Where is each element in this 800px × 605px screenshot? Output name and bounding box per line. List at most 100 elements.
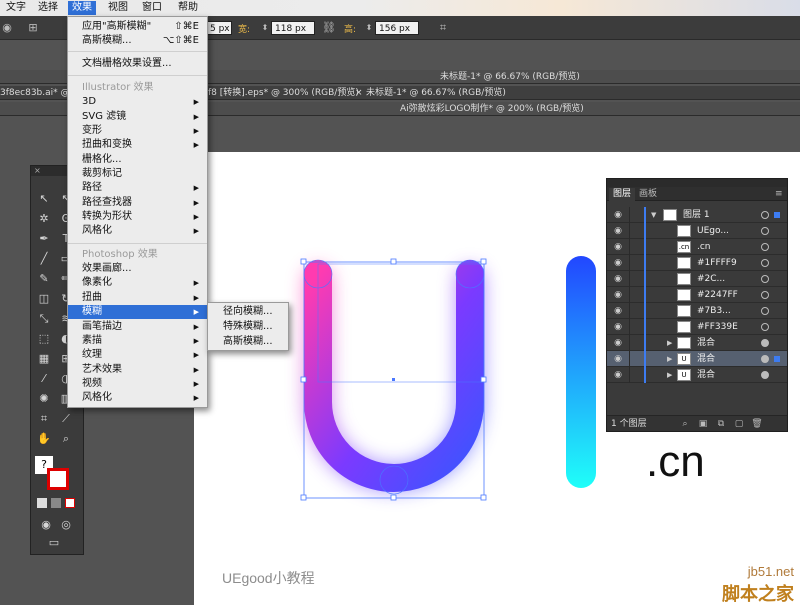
layer-name[interactable]: 混合 <box>697 335 715 351</box>
photoshop-effect-item[interactable]: 风格化 ▶ <box>68 391 207 405</box>
expand-arrow-icon[interactable]: ▶ <box>667 351 672 367</box>
stroke-swatch[interactable] <box>47 468 69 490</box>
menu-select[interactable]: 选择 <box>34 1 62 15</box>
layer-name[interactable]: 图层 1 <box>683 207 710 223</box>
illustrator-effect-item[interactable]: 裁剪标记 <box>68 167 207 181</box>
layer-name[interactable]: .cn <box>697 239 711 255</box>
delete-layer-icon[interactable]: 🗑 <box>751 418 763 430</box>
last-effect[interactable]: 高斯模糊... ⌥⇧⌘E <box>68 34 207 48</box>
target-circle-icon[interactable] <box>761 291 769 299</box>
layer-name[interactable]: #2247FF <box>697 287 738 303</box>
transform-icon[interactable]: ⌗ <box>436 21 450 35</box>
globe-icon[interactable]: ◉ <box>0 21 14 35</box>
photoshop-effect-item[interactable]: 画笔描边 ▶ <box>68 320 207 334</box>
menu-window[interactable]: 窗口 <box>138 1 166 15</box>
lock-column[interactable] <box>629 367 630 383</box>
width-field[interactable]: 118 px <box>271 21 315 35</box>
lock-column[interactable] <box>629 335 630 351</box>
draw-mode-icon[interactable]: ◉ <box>37 516 55 534</box>
eraser-tool-icon[interactable]: ◫ <box>35 290 53 308</box>
illustrator-effect-item[interactable]: 扭曲和变换 ▶ <box>68 138 207 152</box>
menu-help[interactable]: 帮助 <box>174 1 202 15</box>
zoom-tool-icon[interactable]: ⌕ <box>57 430 75 448</box>
selection-indicator[interactable] <box>774 212 780 218</box>
make-clipping-mask-icon[interactable]: ▣ <box>697 418 709 430</box>
layer-row[interactable]: ◉ #FF339E <box>607 319 787 335</box>
new-sublayer-icon[interactable]: ⧉ <box>715 418 727 430</box>
illustrator-effect-item[interactable]: 路径 ▶ <box>68 181 207 195</box>
photoshop-effect-item[interactable]: 效果画廊... <box>68 262 207 276</box>
visibility-eye-icon[interactable]: ◉ <box>611 306 625 316</box>
target-circle-icon[interactable] <box>761 371 769 379</box>
target-circle-icon[interactable] <box>761 227 769 235</box>
target-circle-icon[interactable] <box>761 211 769 219</box>
perspective-grid-icon[interactable]: ▦ <box>35 350 53 368</box>
visibility-eye-icon[interactable]: ◉ <box>611 370 625 380</box>
gaussian-blur-item[interactable]: 高斯模糊... <box>208 335 288 349</box>
u-logo-shape[interactable] <box>304 260 484 492</box>
lock-column[interactable] <box>629 223 630 239</box>
photoshop-effect-item[interactable]: 纹理 ▶ <box>68 348 207 362</box>
tab-artboards[interactable]: 画板 <box>635 188 661 201</box>
menu-text[interactable]: 文字 <box>2 1 30 15</box>
tab-close-icon[interactable]: × <box>355 86 363 100</box>
visibility-eye-icon[interactable]: ◉ <box>611 338 625 348</box>
lock-column[interactable] <box>629 287 630 303</box>
color-mode-icon[interactable] <box>37 498 47 508</box>
pen-tool-icon[interactable]: ✒ <box>35 230 53 248</box>
radial-blur-item[interactable]: 径向模糊... <box>208 305 288 319</box>
none-mode-icon[interactable] <box>65 498 75 508</box>
height-stepper-icon[interactable]: ⬍ <box>362 21 376 35</box>
hand-tool-icon[interactable]: ✋ <box>35 430 53 448</box>
layer-row[interactable]: ◉ .cn .cn <box>607 239 787 255</box>
visibility-eye-icon[interactable]: ◉ <box>611 354 625 364</box>
line-tool-icon[interactable]: ╱ <box>35 250 53 268</box>
layer-row[interactable]: ◉ ▶ 混合 <box>607 335 787 351</box>
visibility-eye-icon[interactable]: ◉ <box>611 274 625 284</box>
visibility-eye-icon[interactable]: ◉ <box>611 258 625 268</box>
lock-column[interactable] <box>629 319 630 335</box>
illustrator-effect-item[interactable]: 路径查找器 ▶ <box>68 196 207 210</box>
brush-tool-icon[interactable]: ✎ <box>35 270 53 288</box>
gradient-bar-shape[interactable] <box>566 256 596 488</box>
lock-column[interactable] <box>629 303 630 319</box>
visibility-eye-icon[interactable]: ◉ <box>611 210 625 220</box>
photoshop-effect-item[interactable]: 素描 ▶ <box>68 334 207 348</box>
layer-row[interactable]: ◉ ▶ U 混合 <box>607 351 787 367</box>
target-circle-icon[interactable] <box>761 259 769 267</box>
lock-column[interactable] <box>629 239 630 255</box>
layer-name[interactable]: #1FFFF9 <box>697 255 737 271</box>
screen-mode-icon[interactable]: ▭ <box>45 534 63 552</box>
new-layer-icon[interactable]: ▢ <box>733 418 745 430</box>
photoshop-effect-item[interactable]: 视频 ▶ <box>68 377 207 391</box>
menu-view[interactable]: 视图 <box>104 1 132 15</box>
x-field[interactable]: 5 px <box>206 21 232 35</box>
expand-arrow-icon[interactable]: ▼ <box>651 207 656 223</box>
doc-tab[interactable]: f8 [转换].eps* @ 300% (RGB/预览) <box>208 86 359 100</box>
visibility-eye-icon[interactable]: ◉ <box>611 290 625 300</box>
gradient-mode-icon[interactable] <box>51 498 61 508</box>
photoshop-effect-item[interactable]: 扭曲 ▶ <box>68 291 207 305</box>
draw-inside-icon[interactable]: ◎ <box>57 516 75 534</box>
symbol-sprayer-icon[interactable]: ✺ <box>35 390 53 408</box>
eyedropper-icon[interactable]: ⁄ <box>35 370 53 388</box>
illustrator-effect-item[interactable]: 转换为形状 ▶ <box>68 210 207 224</box>
lock-column[interactable] <box>629 207 630 223</box>
panel-menu-icon[interactable]: ≡ <box>771 188 787 201</box>
layer-row[interactable]: ◉ #7B3... <box>607 303 787 319</box>
height-field[interactable]: 156 px <box>375 21 419 35</box>
layer-name[interactable]: #2C... <box>697 271 725 287</box>
expand-arrow-icon[interactable]: ▶ <box>667 367 672 383</box>
visibility-eye-icon[interactable]: ◉ <box>611 322 625 332</box>
lock-column[interactable] <box>629 271 630 287</box>
artboard-tool-icon[interactable]: ⌗ <box>35 410 53 428</box>
lock-column[interactable] <box>629 351 630 367</box>
illustrator-effect-item[interactable]: 变形 ▶ <box>68 124 207 138</box>
layer-name[interactable]: #FF339E <box>697 319 738 335</box>
target-circle-icon[interactable] <box>761 243 769 251</box>
lock-column[interactable] <box>629 255 630 271</box>
layer-row[interactable]: ◉ #2C... <box>607 271 787 287</box>
reference-point-icon[interactable]: ⊞ <box>26 21 40 35</box>
layer-name[interactable]: 混合 <box>697 367 715 383</box>
layer-row-parent[interactable]: ◉ ▼ 图层 1 <box>607 207 787 223</box>
